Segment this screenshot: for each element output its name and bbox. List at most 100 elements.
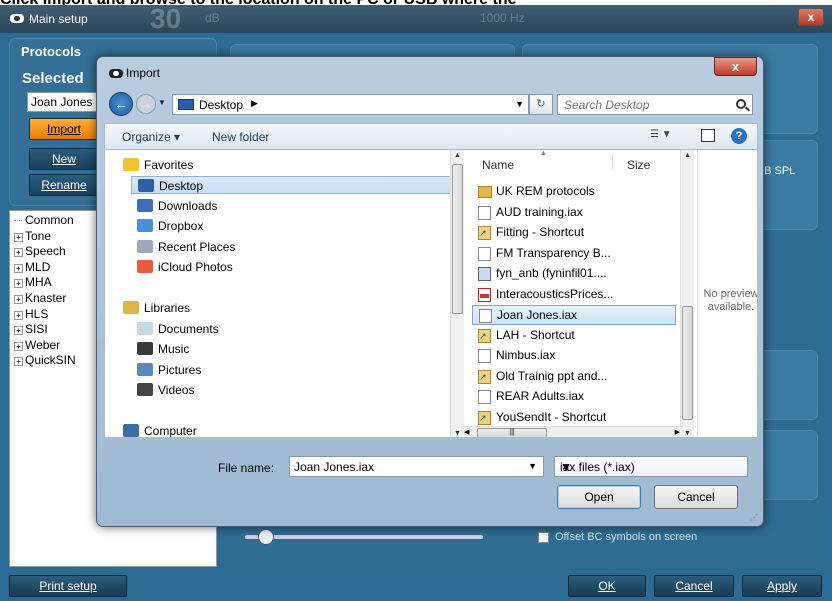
nav-item-downloads[interactable]: Downloads [137,197,217,215]
import-button[interactable]: Import [29,118,99,140]
open-button[interactable]: Open [557,485,641,509]
file-list-scroll-thumb[interactable] [682,306,693,420]
offset-bc-checkbox[interactable] [538,532,549,543]
tree-item[interactable]: + SISI [14,322,48,336]
tree-item[interactable]: + MHA [14,275,52,289]
address-dropdown-icon[interactable]: ▼ [515,99,524,109]
file-row[interactable]: Nimbus.iax [472,346,676,366]
bg-slider-thumb[interactable] [258,529,274,545]
file-row[interactable]: fyn_anb (fyninfil01.... [472,264,676,284]
scroll-up-icon[interactable]: ▲ [454,152,461,159]
file-type-dropdown-icon[interactable]: ▼ [560,460,741,474]
cancel-button[interactable]: Cancel [654,575,734,597]
file-name-input[interactable] [294,459,519,474]
apply-button[interactable]: Apply [742,575,822,597]
nav-item-recent-places[interactable]: Recent Places [137,238,235,256]
back-button[interactable]: ← [109,92,133,116]
nav-item-icloud-photos[interactable]: iCloud Photos [137,258,233,276]
column-divider[interactable] [612,154,613,170]
history-dropdown-icon[interactable]: ▼ [158,98,166,107]
nav-item-music[interactable]: Music [137,340,189,358]
apply-label: Apply [766,579,798,593]
nav-item-videos[interactable]: Videos [137,381,194,399]
file-row[interactable]: Fitting - Shortcut [472,223,676,243]
tree-item-label: SISI [25,322,48,337]
file-row[interactable]: REAR Adults.iax [472,387,676,407]
scroll-right-icon[interactable]: ▶ [675,428,680,436]
expand-icon[interactable]: + [14,248,23,258]
preview-pane-icon[interactable] [701,129,715,142]
dialog-close-button[interactable]: x [714,57,757,76]
scroll-down-icon[interactable]: ▼ [454,430,461,437]
file-name-combobox[interactable]: ▼ [289,456,544,477]
tree-item[interactable]: + HLS [14,307,48,321]
ok-button[interactable]: OK [568,575,646,597]
horizontal-scrollbar[interactable]: ◀ ||| ▶ [461,426,683,437]
file-row[interactable]: InteracousticsPrices... [472,285,676,305]
file-row[interactable]: Joan Jones.iax [472,305,676,325]
change-view-icon[interactable]: ☰ ▼ [650,129,682,145]
tree-item[interactable]: + Weber [14,338,60,352]
nav-group-favorites[interactable]: Favorites [123,156,193,174]
bg-slider-track[interactable] [245,535,483,539]
scroll-left-icon[interactable]: ◀ [464,428,469,436]
search-icon[interactable] [736,99,746,109]
nav-group-libraries[interactable]: Libraries [123,299,190,317]
print-setup-button[interactable]: Print setup [9,575,127,597]
navigation-scrollbar[interactable]: ▲ ▼ [450,150,464,437]
file-row[interactable]: AUD training.iax [472,203,676,223]
file-type-select[interactable]: iax files (*.iax) ▼ [554,456,748,477]
expand-icon[interactable]: + [14,279,23,289]
file-name: Joan Jones.iax [497,308,578,322]
nav-item-documents[interactable]: Documents [137,320,219,338]
expand-icon[interactable]: + [14,295,23,304]
horizontal-scroll-thumb[interactable]: ||| [477,428,547,437]
new-folder-button[interactable]: New folder [212,130,269,144]
navigation-scroll-thumb[interactable] [452,164,463,314]
dialog-app-icon [109,69,123,78]
expand-icon[interactable]: + [14,326,23,336]
organize-button[interactable]: Organize ▾ [122,130,180,144]
column-header-name[interactable]: Name [482,158,514,172]
scroll-down-icon[interactable]: ▼ [684,430,691,437]
file-file-icon [478,246,491,261]
resize-grip-icon[interactable]: ⋰ [750,513,760,523]
search-box[interactable] [557,94,753,115]
selected-protocol-field[interactable]: Joan Jones [27,92,97,112]
column-header-size[interactable]: Size [627,158,650,172]
tree-item[interactable]: + MLD [14,260,50,274]
tree-item[interactable]: + QuickSIN [14,353,76,367]
dialog-cancel-button[interactable]: Cancel [654,485,738,509]
scroll-up-icon[interactable]: ▲ [684,152,691,159]
new-button[interactable]: New [29,148,99,170]
refresh-button[interactable]: ↻ [529,94,553,115]
rename-button[interactable]: Rename [29,174,99,196]
tree-item[interactable]: + Knaster [14,291,66,305]
expand-icon[interactable]: + [14,232,23,242]
file-name-dropdown-icon[interactable]: ▼ [528,461,537,471]
expand-icon[interactable]: + [14,341,23,351]
file-row[interactable]: UK REM protocols [472,182,676,202]
file-row[interactable]: YouSendIt - Shortcut [472,408,676,428]
nav-group-computer[interactable]: Computer [123,422,197,437]
expand-icon[interactable]: + [14,357,23,367]
address-path[interactable]: Desktop [199,98,243,112]
search-input[interactable] [564,97,724,112]
tree-item[interactable]: + Speech [14,244,66,258]
main-close-button[interactable]: x [798,8,824,26]
expand-icon[interactable]: + [14,263,23,273]
help-icon[interactable]: ? [731,128,747,144]
nav-item-desktop[interactable]: Desktop [131,176,451,194]
file-list-scrollbar[interactable]: ▲ ▼ [680,150,694,437]
tree-item[interactable]: Common [14,213,74,227]
expand-icon[interactable]: + [14,310,23,320]
file-row[interactable]: FM Transparency B... [472,244,676,264]
address-bar[interactable]: Desktop ▶ ▼ [172,94,529,115]
file-row[interactable]: LAH - Shortcut [472,326,676,346]
nav-item-dropbox[interactable]: Dropbox [137,217,203,235]
breadcrumb-chevron-icon[interactable]: ▶ [251,98,258,109]
file-row[interactable]: Old Trainig ppt and... [472,367,676,387]
tree-item[interactable]: + Tone [14,229,51,243]
nav-item-pictures[interactable]: Pictures [137,361,201,379]
forward-button[interactable]: → [136,94,156,114]
